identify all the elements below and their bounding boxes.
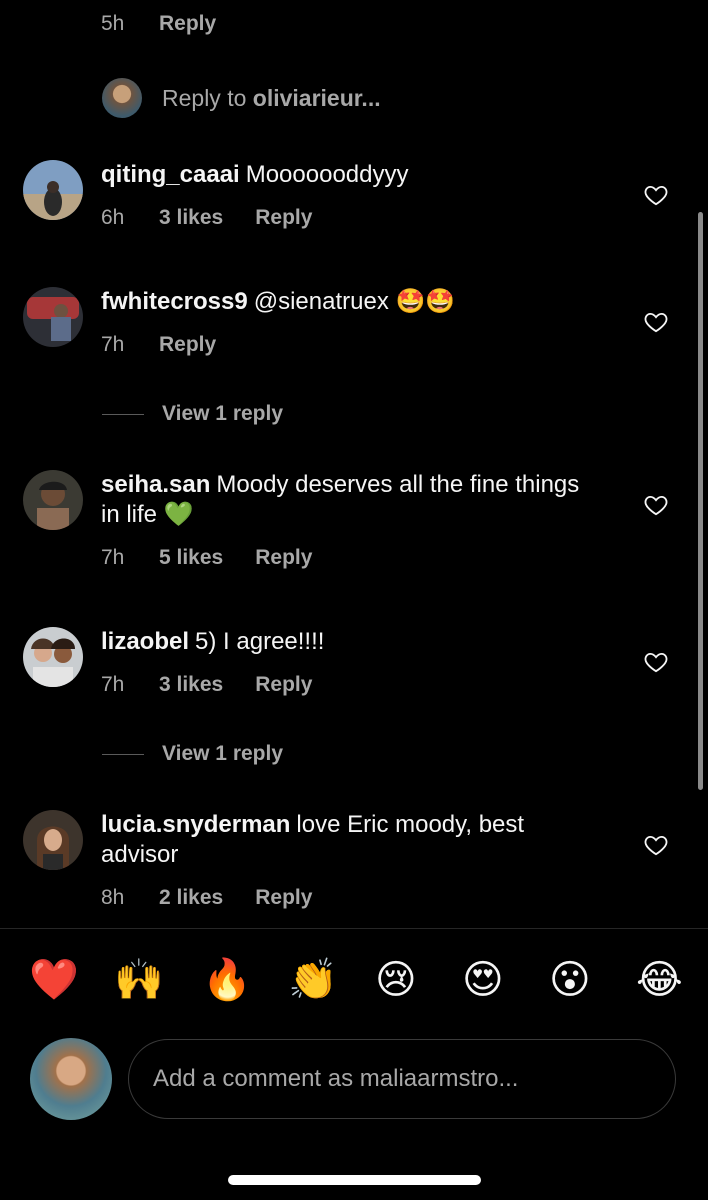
divider [102,413,144,415]
emoji-fire[interactable]: 🔥 [202,955,252,1005]
emoji-raising-hands[interactable]: 🙌 [114,955,164,1005]
like-count[interactable]: 5 likes [159,546,223,570]
emoji-tears-of-joy[interactable]: 😂 [636,955,683,1005]
comment-text: lucia.snyderman love Eric moody, best adv… [101,810,601,870]
comment-username[interactable]: lizaobel [101,628,189,655]
avatar [102,78,142,118]
comment-time: 7h [101,673,125,696]
comment-text: fwhitecross9 @sienatruex 🤩🤩 [101,287,601,317]
avatar[interactable] [23,160,83,220]
view-replies-button[interactable]: View 1 reply [102,742,283,766]
comment-username[interactable]: fwhitecross9 [101,288,248,315]
heart-outline-icon[interactable] [643,309,669,335]
avatar[interactable] [23,627,83,687]
view-replies-button[interactable]: View 1 reply [102,402,283,426]
current-user-avatar [30,1038,112,1120]
reply-button[interactable]: Reply [255,206,312,230]
reply-to-prefix: Reply to [162,84,247,111]
comment-username[interactable]: qiting_caaai [101,161,240,188]
comment-meta: 7h 3 likes Reply [101,673,312,697]
like-count[interactable]: 3 likes [159,673,223,697]
emoji-surprised-face[interactable]: 😮 [549,955,591,1005]
view-replies-label: View 1 reply [162,402,284,425]
comment-username[interactable]: lucia.snyderman [101,811,290,838]
comment-time: 7h [101,546,125,569]
reply-button[interactable]: Reply [255,546,312,570]
home-indicator[interactable] [228,1175,481,1185]
comment-time: 8h [101,886,125,909]
avatar[interactable] [23,810,83,870]
reply-button[interactable]: Reply [255,886,312,910]
comment-time: 7h [101,333,125,356]
reply-button[interactable]: Reply [159,333,216,357]
like-count[interactable]: 2 likes [159,886,223,910]
comment-username[interactable]: seiha.san [101,471,210,498]
previous-comment-meta: 5h Reply [101,12,216,36]
comment-time: 6h [101,206,125,229]
comment-input[interactable] [128,1039,676,1119]
emoji-clapping-hands[interactable]: 👏 [288,955,338,1005]
avatar[interactable] [23,470,83,530]
comment-meta: 7h 5 likes Reply [101,546,312,570]
comment-body: Mooooooddyyy [245,161,409,188]
comment-time: 5h [101,12,125,35]
comment-body: @sienatruex 🤩🤩 [253,288,456,315]
comment-meta: 6h 3 likes Reply [101,206,312,230]
emoji-heart-eyes[interactable]: 😍 [462,955,504,1005]
reply-button[interactable]: Reply [159,12,216,36]
heart-outline-icon[interactable] [643,182,669,208]
emoji-quick-bar: ❤️ 🙌 🔥 👏 😢 😍 😮 😂 [0,955,708,1005]
like-count[interactable]: 3 likes [159,206,223,230]
reply-to-username: oliviarieur... [252,84,381,111]
avatar[interactable] [23,287,83,347]
reply-button[interactable]: Reply [255,673,312,697]
view-replies-label: View 1 reply [162,742,284,765]
emoji-crying-face[interactable]: 😢 [375,955,417,1005]
heart-outline-icon[interactable] [643,492,669,518]
divider [102,753,144,755]
heart-outline-icon[interactable] [643,649,669,675]
comment-text: seiha.san Moody deserves all the fine thi… [101,470,601,530]
comment-body: 5) I agree!!!! [195,628,325,655]
comment-text: qiting_caaai Mooooooddyyy [101,160,601,190]
reply-to-indicator[interactable]: Reply to oliviarieur... [102,78,381,118]
scrollbar[interactable] [698,212,703,790]
comment-meta: 8h 2 likes Reply [101,886,312,910]
divider [0,928,708,929]
comment-meta: 7h Reply [101,333,216,357]
emoji-red-heart[interactable]: ❤️ [29,955,79,1005]
heart-outline-icon[interactable] [643,832,669,858]
comment-text: lizaobel 5) I agree!!!! [101,627,601,657]
